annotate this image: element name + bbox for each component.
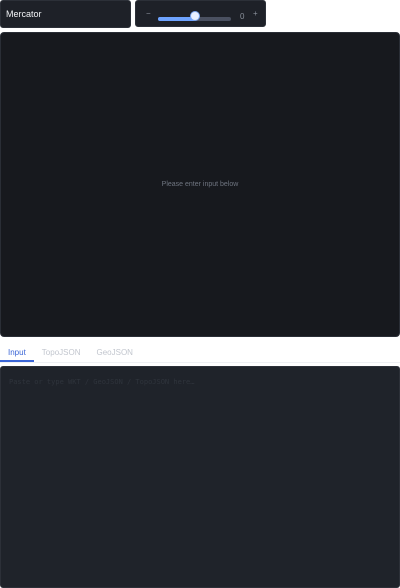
projection-select-value: Mercator (6, 9, 42, 19)
minus-icon[interactable]: − (146, 9, 151, 19)
slider-fill (158, 17, 195, 21)
rotation-slider-panel: − 0 + (135, 0, 266, 27)
tab-input[interactable]: Input (0, 343, 34, 362)
slider-thumb[interactable] (190, 12, 199, 20)
projection-select[interactable]: Mercator (0, 0, 131, 28)
input-textarea[interactable] (1, 367, 399, 587)
tab-geojson[interactable]: GeoJSON (88, 343, 140, 362)
input-tabs: Input TopoJSON GeoJSON (0, 343, 400, 363)
map-canvas[interactable]: Please enter input below (0, 32, 400, 337)
plus-icon[interactable]: + (253, 9, 258, 19)
tab-topojson[interactable]: TopoJSON (34, 343, 89, 362)
slider-value: 0 (240, 12, 245, 21)
input-editor[interactable] (0, 366, 400, 588)
map-empty-message: Please enter input below (161, 181, 239, 188)
